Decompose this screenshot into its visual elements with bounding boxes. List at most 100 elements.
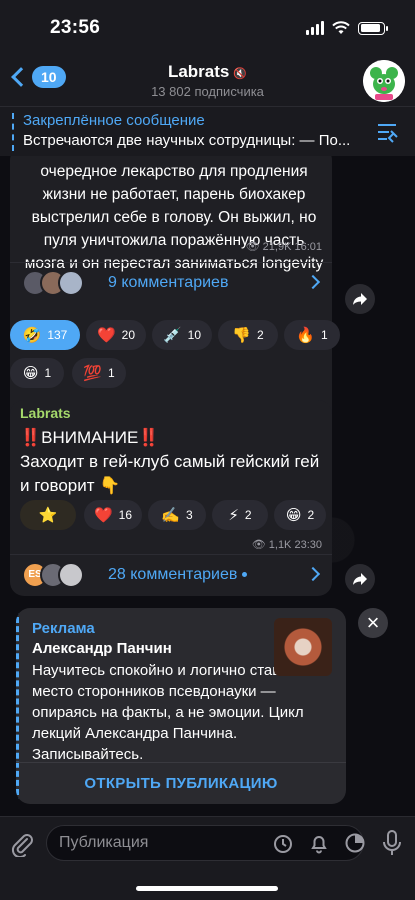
reaction-sparkle-star[interactable]: ⭐ — [20, 500, 76, 530]
grin-icon: 😁 — [22, 365, 39, 382]
bell-icon[interactable] — [308, 832, 330, 854]
subscriber-count: 13 802 подписчика — [151, 84, 264, 99]
reaction-fire[interactable]: 🔥 1 — [284, 320, 340, 350]
message-list[interactable]: очередное лекарство для продления жизни … — [0, 156, 415, 816]
reaction-count: 2 — [307, 508, 315, 522]
reaction-count: 1 — [44, 366, 52, 380]
cellular-signal-icon — [306, 21, 324, 35]
pinned-message[interactable]: Закреплённое сообщение Встречаются две н… — [0, 106, 415, 156]
composer: Публикация — [0, 816, 415, 900]
chevron-right-icon — [305, 274, 321, 290]
commenter-avatars: ES — [22, 562, 84, 588]
reaction-count: 3 — [186, 508, 193, 522]
muted-icon: 🔇 — [233, 68, 248, 80]
reaction-count: 16 — [118, 508, 133, 522]
reaction-heart[interactable]: ❤️ 20 — [86, 320, 146, 350]
status-bar: 23:56 — [0, 0, 415, 56]
new-comments-dot — [242, 572, 248, 578]
post-views: 21,9K — [262, 241, 292, 253]
post-body: Заходит в гей-клуб самый гейский гей и г… — [20, 452, 320, 495]
commenter-avatars — [22, 270, 84, 296]
writing-hand-icon: ✍️ — [161, 507, 180, 524]
syringe-icon: 💉 — [162, 327, 182, 344]
sponsored-message[interactable]: Реклама Александр Панчин Научитесь споко… — [16, 608, 346, 804]
comments-button[interactable]: 9 комментариев — [10, 262, 332, 302]
reaction-hundred[interactable]: 💯 1 — [72, 358, 126, 388]
rat-logo-icon — [363, 60, 405, 102]
avatar — [58, 562, 84, 588]
reaction-bar: ⭐ ❤️ 16 ✍️ 3 ⚡ 2 😁 2 — [20, 500, 326, 530]
ad-title: Александр Панчин — [32, 640, 172, 657]
status-icons — [306, 21, 388, 35]
avatar — [58, 270, 84, 296]
reaction-laugh[interactable]: 🤣 137 — [10, 320, 80, 350]
channel-name: Labrats — [167, 62, 230, 81]
reaction-count: 2 — [257, 328, 264, 342]
channel-title[interactable]: Labrats 🔇 — [0, 62, 415, 82]
timer-icon[interactable] — [272, 832, 294, 854]
lightning-icon: ⚡ — [228, 507, 239, 524]
comments-label: 9 комментариев — [108, 274, 229, 291]
comments-button[interactable]: ES 28 комментариев — [10, 554, 332, 594]
heart-icon: ❤️ — [93, 507, 113, 524]
pinned-label: Закреплённое сообщение — [23, 112, 205, 129]
rofl-icon: 🤣 — [22, 327, 42, 344]
open-publication-button[interactable]: ОТКРЫТЬ ПУБЛИКАЦИЮ — [16, 762, 346, 804]
channel-avatar[interactable] — [363, 60, 405, 102]
share-arrow-icon — [353, 573, 367, 585]
reaction-thumbs-down[interactable]: 👎 2 — [218, 320, 278, 350]
share-button[interactable] — [345, 564, 375, 594]
sticker-icon[interactable] — [344, 832, 366, 854]
post-views: 1,1K — [268, 539, 292, 551]
wifi-icon — [332, 21, 350, 34]
clock: 23:56 — [50, 17, 101, 38]
reaction-grin[interactable]: 😁 2 — [274, 500, 326, 530]
reaction-count: 2 — [244, 508, 252, 522]
grin-icon: 😁 — [285, 507, 302, 524]
pinned-list-icon[interactable] — [375, 121, 399, 143]
post-time: 23:30 — [294, 539, 322, 551]
reaction-count: 1 — [321, 328, 328, 342]
heart-icon: ❤️ — [96, 327, 116, 344]
comments-count: 28 комментариев — [108, 566, 238, 583]
hundred-icon: 💯 — [83, 365, 102, 382]
comments-label: 28 комментариев — [108, 566, 248, 584]
eye-icon: 👁 — [245, 241, 260, 253]
post-meta: 👁 21,9K 16:01 — [246, 240, 322, 253]
reaction-grin[interactable]: 😁 1 — [10, 358, 64, 388]
star-icon: ⭐ — [38, 507, 58, 524]
battery-icon — [358, 21, 388, 35]
thumbs-down-icon: 👎 — [232, 327, 251, 344]
eye-icon: 👁 — [251, 539, 266, 551]
reaction-count: 137 — [47, 328, 68, 342]
post-text: очередное лекарство для продления жизни … — [24, 163, 324, 272]
reaction-count: 10 — [187, 328, 202, 342]
chat-header: 10 Labrats 🔇 13 802 подписчика — [0, 56, 415, 106]
post-author[interactable]: Labrats — [20, 405, 71, 421]
post-time: 16:01 — [294, 241, 322, 253]
reaction-writing-hand[interactable]: ✍️ 3 — [148, 500, 206, 530]
share-arrow-icon — [353, 293, 367, 305]
reaction-count: 20 — [121, 328, 136, 342]
post-heading: ‼️ВНИМАНИЕ‼️ — [20, 428, 160, 447]
ad-thumbnail — [274, 618, 332, 676]
post-text: ‼️ВНИМАНИЕ‼️ Заходит в гей-клуб самый ге… — [20, 426, 325, 498]
ad-label: Реклама — [32, 620, 95, 637]
home-indicator — [136, 886, 278, 891]
paperclip-icon[interactable] — [10, 831, 34, 857]
fire-icon: 🔥 — [296, 327, 315, 344]
pinned-text: Встречаются две научных сотрудницы: — По… — [23, 132, 351, 149]
reaction-heart[interactable]: ❤️ 16 — [84, 500, 142, 530]
pinned-indicator — [12, 113, 14, 151]
post-meta: 👁 1,1K 23:30 — [252, 538, 322, 551]
share-button[interactable] — [345, 284, 375, 314]
reaction-count: 1 — [108, 366, 115, 380]
microphone-icon[interactable] — [381, 829, 403, 857]
battery-level — [360, 24, 381, 32]
chevron-right-icon — [305, 566, 321, 582]
composer-icons — [272, 832, 366, 854]
reaction-lightning[interactable]: ⚡ 2 — [212, 500, 268, 530]
close-ad-button[interactable]: × — [358, 608, 388, 638]
channel-post[interactable]: Labrats ‼️ВНИМАНИЕ‼️ Заходит в гей-клуб … — [10, 400, 332, 596]
reaction-syringe[interactable]: 💉 10 — [152, 320, 212, 350]
